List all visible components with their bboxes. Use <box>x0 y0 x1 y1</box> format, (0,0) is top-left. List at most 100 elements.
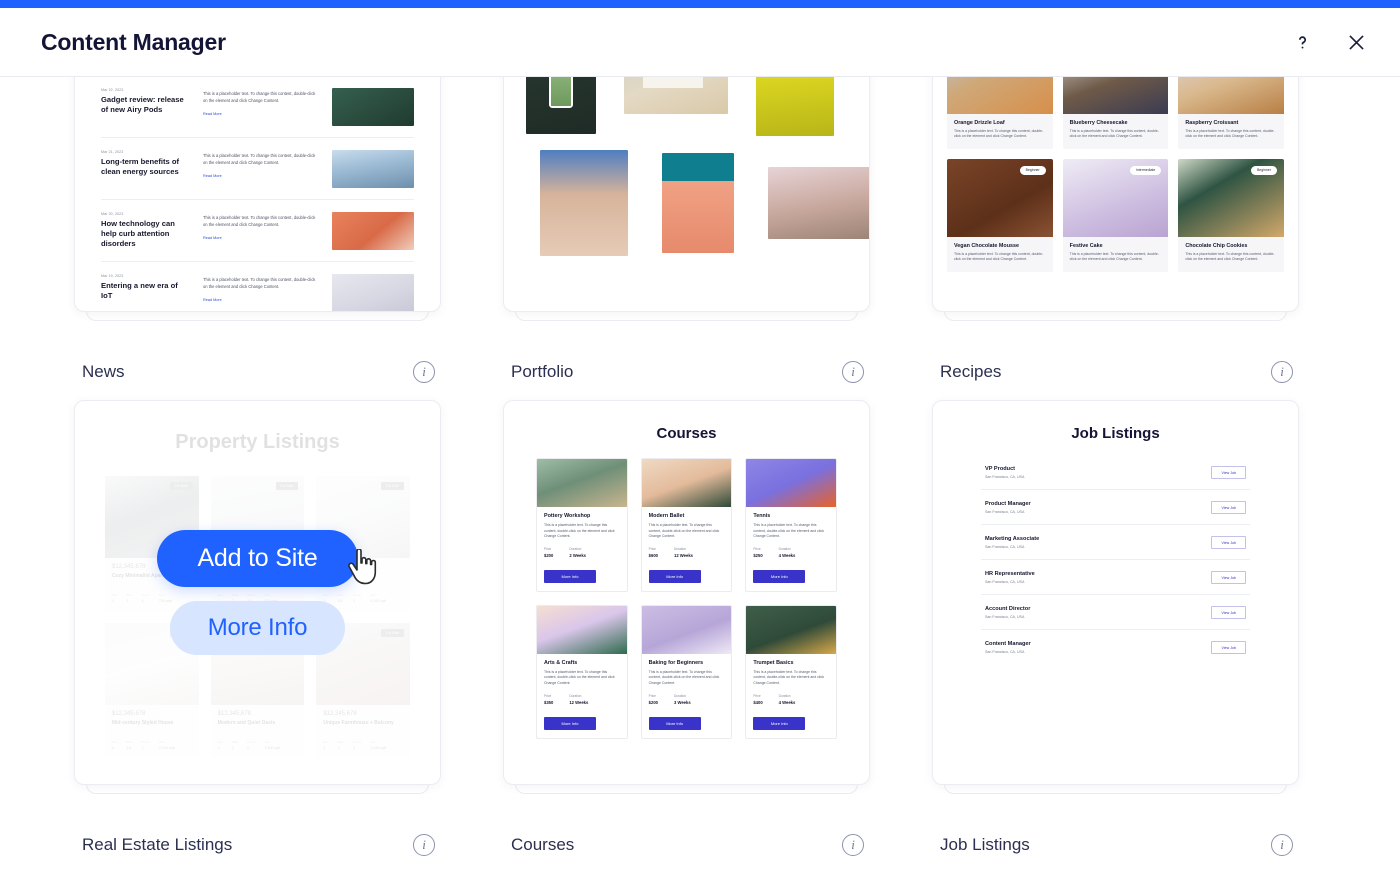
courses-card[interactable]: Courses Pottery Workshop This is a place… <box>503 400 870 794</box>
recipe-item: Beginner Vegan Chocolate Mousse This is … <box>947 158 1053 272</box>
news-title: Long-term benefits of clean energy sourc… <box>101 157 180 177</box>
recipes-card[interactable]: Beginner Orange Drizzle Loaf This is a p… <box>932 77 1299 321</box>
recipes-grid: Beginner Orange Drizzle Loaf This is a p… <box>933 77 1298 282</box>
table-row: VP Product San Francisco, CA, USA View J… <box>981 456 1250 490</box>
view-job-button[interactable]: View Job <box>1211 501 1246 514</box>
info-icon[interactable]: i <box>842 834 864 856</box>
news-body: This is a placeholder text. To change th… <box>203 153 316 165</box>
course-item: Baking for Beginners This is a placehold… <box>640 604 733 739</box>
news-footer: News i <box>74 312 441 400</box>
news-title: Gadget review: release of new Airy Pods <box>101 95 184 115</box>
view-job-button[interactable]: View Job <box>1211 466 1246 479</box>
course-desc: This is a placeholder text. To change th… <box>753 669 824 685</box>
course-item: Modern Ballet This is a placeholder text… <box>640 458 733 592</box>
course-more-info-button[interactable]: More Info <box>753 716 806 730</box>
recipe-item: Advanced Raspberry Croissant This is a p… <box>1178 77 1284 149</box>
info-icon[interactable]: i <box>413 361 435 383</box>
news-date: Mar 22, 2023 <box>101 88 124 92</box>
news-read-more[interactable]: Read More <box>203 298 320 302</box>
course-desc: This is a placeholder text. To change th… <box>648 523 720 539</box>
news-thumbnail <box>332 150 414 188</box>
view-job-button[interactable]: View Job <box>1211 536 1246 549</box>
info-icon[interactable]: i <box>1271 834 1293 856</box>
course-more-info-button[interactable]: More Info <box>648 569 701 583</box>
course-desc: This is a placeholder text. To change th… <box>544 669 615 685</box>
recipe-name: Vegan Chocolate Mousse <box>954 242 1020 249</box>
close-icon <box>1348 34 1364 50</box>
recipe-item: Beginner Orange Drizzle Loaf This is a p… <box>947 77 1053 149</box>
job-role: HR Representative <box>985 571 1035 577</box>
table-row: Content Manager San Francisco, CA, USA V… <box>981 631 1250 664</box>
job-location: San Francisco, CA, USA <box>985 580 1025 584</box>
gallery-cell-real-estate: Property Listings For Sale $12,345,678 C… <box>74 400 441 873</box>
view-job-button[interactable]: View Job <box>1211 571 1246 584</box>
job-role: Account Director <box>985 606 1031 612</box>
jobs-card[interactable]: Job Listings VP Product San Francisco, C… <box>932 400 1299 794</box>
duration-label: Duration <box>569 693 582 698</box>
courses-preview: Courses Pottery Workshop This is a place… <box>503 400 870 785</box>
portfolio-row <box>526 77 847 136</box>
view-job-button[interactable]: View Job <box>1211 606 1246 619</box>
recipe-name: Blueberry Cheesecake <box>1069 120 1128 126</box>
news-preview: Read More Mar 22, 2023 Gadget review: re… <box>74 77 441 312</box>
news-date: Mar 20, 2023 <box>101 212 124 216</box>
course-image <box>641 459 732 507</box>
portfolio-image <box>540 150 628 256</box>
news-card[interactable]: Read More Mar 22, 2023 Gadget review: re… <box>74 77 441 321</box>
duration-label: Duration <box>673 546 687 551</box>
info-icon[interactable]: i <box>842 361 864 383</box>
recipe-name: Raspberry Croissant <box>1185 120 1239 126</box>
course-more-info-button[interactable]: More Info <box>648 716 701 730</box>
news-read-more[interactable]: Read More <box>203 236 320 240</box>
portfolio-card[interactable] <box>503 77 870 321</box>
page-title: Content Manager <box>41 28 226 55</box>
recipe-desc: This is a placeholder text. To change th… <box>954 129 1044 139</box>
close-button[interactable] <box>1338 24 1374 60</box>
gallery-cell-news: Read More Mar 22, 2023 Gadget review: re… <box>74 77 441 400</box>
recipe-item: Intermediate Festive Cake This is a plac… <box>1062 158 1169 272</box>
real-estate-card[interactable]: Property Listings For Sale $12,345,678 C… <box>74 400 441 794</box>
recipe-desc: This is a placeholder text. To change th… <box>1185 251 1275 262</box>
news-list: Read More Mar 22, 2023 Gadget review: re… <box>75 77 440 311</box>
template-gallery: Read More Mar 22, 2023 Gadget review: re… <box>0 77 1400 886</box>
gallery-cell-jobs: Job Listings VP Product San Francisco, C… <box>932 400 1299 873</box>
portfolio-image <box>756 77 834 136</box>
course-name: Arts & Crafts <box>544 659 578 666</box>
recipes-preview: Beginner Orange Drizzle Loaf This is a p… <box>932 77 1299 312</box>
titlebar: Content Manager <box>0 8 1400 77</box>
news-thumbnail <box>332 212 414 250</box>
news-thumbnail <box>332 88 414 126</box>
recipe-badge: Intermediate <box>1129 165 1162 175</box>
price-label: Price <box>753 693 761 698</box>
view-job-button[interactable]: View Job <box>1211 641 1246 654</box>
help-button[interactable] <box>1284 24 1320 60</box>
job-role: Marketing Associate <box>985 536 1040 542</box>
course-duration: 3 Weeks <box>673 699 691 705</box>
course-image <box>746 605 836 654</box>
news-read-more[interactable]: Read More <box>203 112 320 116</box>
titlebar-actions <box>1284 24 1374 60</box>
news-body: This is a placeholder text. To change th… <box>203 277 316 289</box>
course-more-info-button[interactable]: More Info <box>544 716 596 730</box>
list-item: Mar 22, 2023 Gadget review: release of n… <box>101 77 414 138</box>
info-icon[interactable]: i <box>1271 361 1293 383</box>
info-icon[interactable]: i <box>413 834 435 856</box>
course-more-info-button[interactable]: More Info <box>544 569 596 583</box>
add-to-site-button[interactable]: Add to Site <box>157 530 358 587</box>
table-row: Product Manager San Francisco, CA, USA V… <box>981 491 1250 525</box>
more-info-button[interactable]: More Info <box>169 601 346 655</box>
course-name: Pottery Workshop <box>544 513 591 519</box>
cell-label: News <box>82 362 125 381</box>
property-preview: Property Listings For Sale $12,345,678 C… <box>74 400 441 785</box>
courses-grid: Pottery Workshop This is a placeholder t… <box>504 458 869 739</box>
courses-footer: Courses i <box>503 785 870 873</box>
course-more-info-button[interactable]: More Info <box>753 569 806 583</box>
recipe-name: Festive Cake <box>1069 242 1103 249</box>
cell-label: Real Estate Listings <box>82 835 233 854</box>
jobs-preview: Job Listings VP Product San Francisco, C… <box>932 400 1299 785</box>
portfolio-grid <box>504 77 869 256</box>
news-read-more[interactable]: Read More <box>203 174 320 178</box>
gallery-cell-portfolio: Portfolio i <box>503 77 870 400</box>
news-thumbnail <box>332 274 414 311</box>
recipe-image: Intermediate <box>1062 77 1169 114</box>
